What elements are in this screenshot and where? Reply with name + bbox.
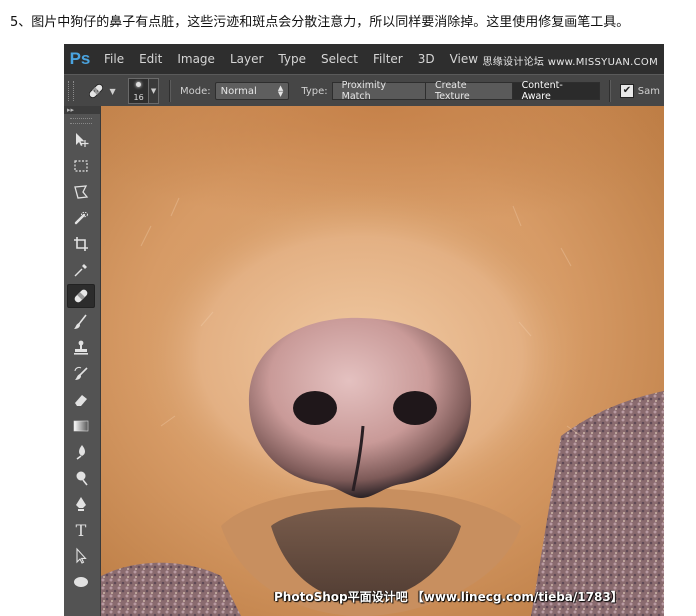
brush-tip-icon xyxy=(135,82,141,87)
menu-bar: Ps File Edit Image Layer Type Select Fil… xyxy=(64,44,664,74)
ellipse-icon xyxy=(74,577,88,587)
ellipse-tool[interactable] xyxy=(67,570,95,594)
options-bar: ▼ 16 ▼ Mode: Normal ▲ ▼ Type: Proximity M… xyxy=(64,74,664,108)
watermark-bottom: PhotoShop平面设计吧 【www.linecg.com/tieba/178… xyxy=(274,590,623,604)
dodge-icon xyxy=(76,471,88,486)
dodge-tool[interactable] xyxy=(67,466,95,490)
healing-brush-tool[interactable] xyxy=(67,284,95,308)
type-label: Type: xyxy=(301,85,328,97)
history-brush-icon xyxy=(74,366,88,380)
clone-stamp-tool[interactable] xyxy=(67,336,95,360)
photoshop-window: Ps File Edit Image Layer Type Select Fil… xyxy=(64,44,664,616)
document-canvas[interactable] xyxy=(101,106,664,616)
crop-icon xyxy=(74,237,88,251)
type-segmented-control: Proximity Match Create Texture Content-A… xyxy=(331,80,601,102)
lasso-icon xyxy=(74,185,89,199)
gradient-icon xyxy=(73,420,89,432)
eraser-tool[interactable] xyxy=(67,388,95,412)
marquee-icon xyxy=(74,160,88,172)
lasso-tool[interactable] xyxy=(67,180,95,204)
pen-icon xyxy=(76,497,86,511)
tools-panel: ▸▸ T xyxy=(64,106,101,616)
type-content-aware[interactable]: Content-Aware xyxy=(511,80,601,102)
tool-preset-picker[interactable] xyxy=(84,80,108,102)
eraser-icon xyxy=(75,395,87,406)
quick-selection-tool[interactable] xyxy=(67,206,95,230)
brush-picker-caret[interactable]: ▼ xyxy=(149,78,159,104)
mode-select[interactable]: Normal ▲ ▼ xyxy=(214,82,290,100)
eyedropper-icon xyxy=(74,264,87,277)
tutorial-caption: 5、图片中狗仔的鼻子有点脏，这些污迹和斑点会分散注意力，所以同样要消除掉。这里使… xyxy=(10,15,630,30)
type-icon: T xyxy=(75,520,87,540)
clone-stamp-icon xyxy=(74,340,88,355)
eyedropper-tool[interactable] xyxy=(67,258,95,282)
type-create-texture[interactable]: Create Texture xyxy=(425,80,513,102)
menu-type[interactable]: Type xyxy=(278,50,306,68)
menu-file[interactable]: File xyxy=(104,50,124,68)
crop-tool[interactable] xyxy=(67,232,95,256)
pen-tool[interactable] xyxy=(67,492,95,516)
quick-selection-icon xyxy=(74,211,88,225)
menu-filter[interactable]: Filter xyxy=(373,50,403,68)
blur-icon xyxy=(76,445,85,460)
type-tool[interactable]: T xyxy=(67,518,95,542)
separator xyxy=(609,80,612,102)
watermark-top: 思缘设计论坛 www.MISSYUAN.COM xyxy=(482,57,658,68)
healing-brush-icon xyxy=(88,83,103,99)
select-arrows-icon: ▲ ▼ xyxy=(277,84,284,98)
menu-select[interactable]: Select xyxy=(321,50,358,68)
menu-layer[interactable]: Layer xyxy=(230,50,263,68)
sample-all-checkbox[interactable]: ✔ xyxy=(620,84,634,98)
gradient-tool[interactable] xyxy=(67,414,95,438)
sample-label: Sam xyxy=(637,85,660,97)
mode-label: Mode: xyxy=(179,85,211,97)
path-selection-tool[interactable] xyxy=(67,544,95,568)
marquee-tool[interactable] xyxy=(67,154,95,178)
healing-brush-icon xyxy=(74,289,88,303)
options-bar-grip[interactable] xyxy=(68,81,74,101)
menu-image[interactable]: Image xyxy=(177,50,215,68)
type-proximity-match[interactable]: Proximity Match xyxy=(331,80,426,102)
menu-view[interactable]: View xyxy=(450,50,478,68)
photoshop-logo: Ps xyxy=(69,49,91,68)
brush-picker[interactable]: 16 xyxy=(127,78,150,104)
history-brush-tool[interactable] xyxy=(67,362,95,386)
move-tool[interactable] xyxy=(67,128,95,152)
tool-preset-caret[interactable]: ▼ xyxy=(109,87,115,96)
move-icon xyxy=(76,133,89,147)
brush-icon xyxy=(74,314,87,329)
tools-panel-collapse[interactable]: ▸▸ xyxy=(64,106,100,114)
path-selection-icon xyxy=(76,547,87,564)
brush-size: 16 xyxy=(133,93,144,102)
menu-3d[interactable]: 3D xyxy=(418,50,435,68)
separator xyxy=(169,80,171,102)
tools-panel-grip[interactable] xyxy=(70,118,92,124)
dog-nose-photo xyxy=(101,106,664,616)
menu-edit[interactable]: Edit xyxy=(139,50,162,68)
mode-value: Normal xyxy=(220,85,257,97)
brush-tool[interactable] xyxy=(67,310,95,334)
blur-tool[interactable] xyxy=(67,440,95,464)
